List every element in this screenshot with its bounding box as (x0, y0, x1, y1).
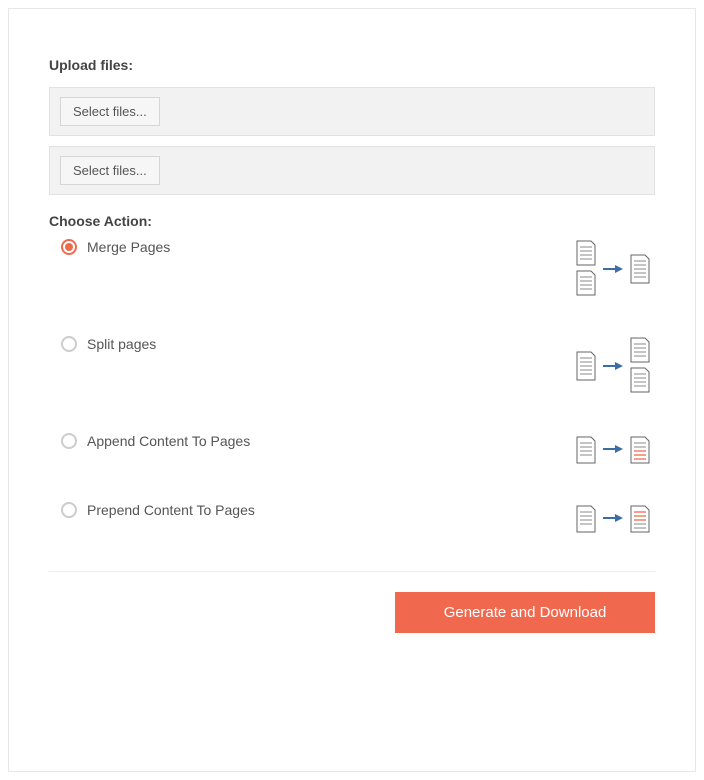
divider (49, 571, 655, 572)
select-files-button-2[interactable]: Select files... (60, 156, 160, 185)
merge-icon (575, 239, 655, 306)
action-label-prepend: Prepend Content To Pages (87, 502, 255, 518)
submit-row: Generate and Download (49, 592, 655, 633)
action-list: Merge Pages (49, 239, 655, 541)
select-files-button-1[interactable]: Select files... (60, 97, 160, 126)
radio-merge[interactable] (61, 239, 77, 255)
prepend-icon (575, 502, 655, 541)
radio-append[interactable] (61, 433, 77, 449)
append-icon (575, 433, 655, 472)
action-row-append: Append Content To Pages (61, 433, 655, 472)
generate-download-button[interactable]: Generate and Download (395, 592, 655, 633)
upload-row-2: Select files... (49, 146, 655, 195)
split-icon (575, 336, 655, 403)
radio-split[interactable] (61, 336, 77, 352)
action-row-split: Split pages (61, 336, 655, 403)
action-label-append: Append Content To Pages (87, 433, 250, 449)
radio-prepend[interactable] (61, 502, 77, 518)
action-row-prepend: Prepend Content To Pages (61, 502, 655, 541)
action-label-split: Split pages (87, 336, 156, 352)
action-option-split[interactable]: Split pages (61, 336, 156, 352)
action-option-merge[interactable]: Merge Pages (61, 239, 170, 255)
action-label-merge: Merge Pages (87, 239, 170, 255)
action-row-merge: Merge Pages (61, 239, 655, 306)
form-panel: Upload files: Select files... Select fil… (8, 8, 696, 772)
upload-row-1: Select files... (49, 87, 655, 136)
choose-action-label: Choose Action: (49, 213, 655, 229)
action-option-prepend[interactable]: Prepend Content To Pages (61, 502, 255, 518)
action-option-append[interactable]: Append Content To Pages (61, 433, 250, 449)
upload-label: Upload files: (49, 57, 655, 73)
